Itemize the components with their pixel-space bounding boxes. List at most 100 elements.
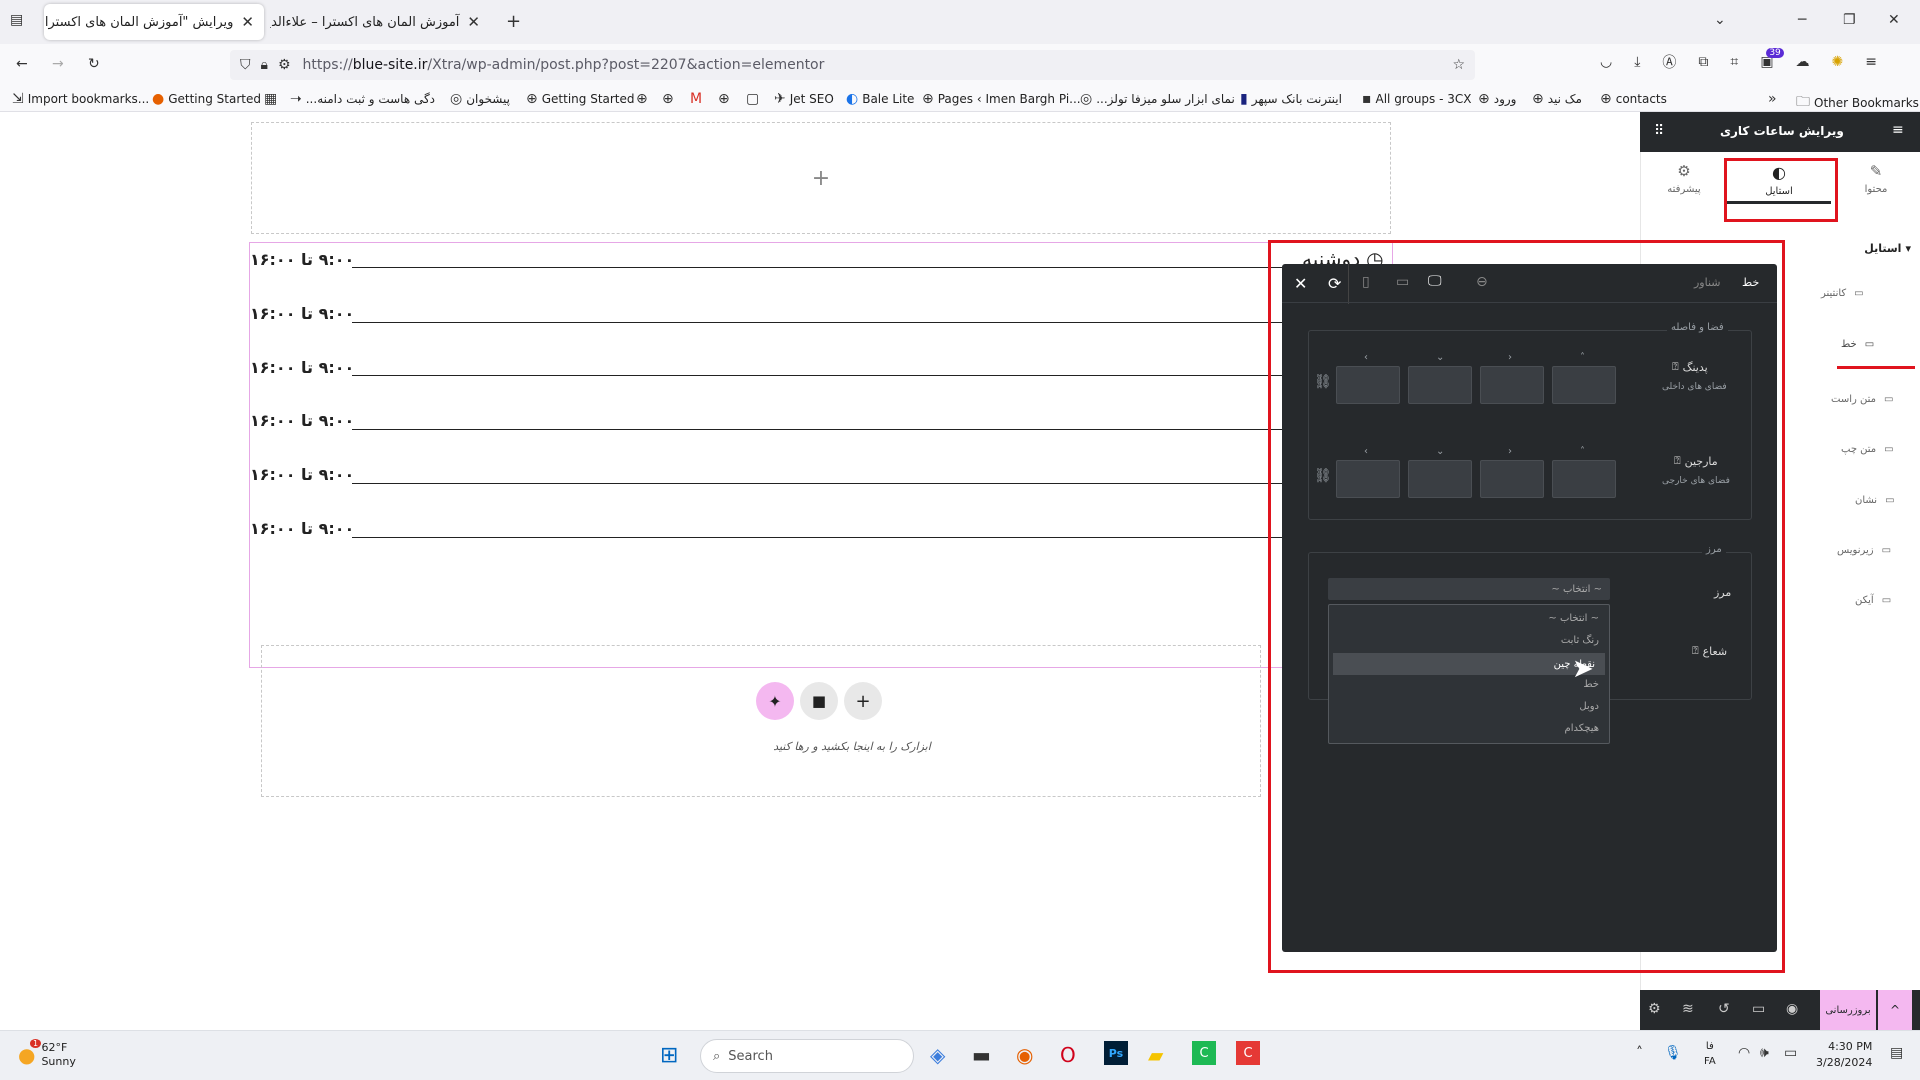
bookmark-item[interactable]: ◐ Bale Lite: [846, 91, 914, 107]
empty-drop-zone[interactable]: ✦ ■ + ابزارک را به اینجا بکشید و رها کنی…: [261, 645, 1261, 797]
business-hours-widget[interactable]: [249, 242, 1393, 668]
tab-list-icon[interactable]: ▤: [10, 12, 23, 28]
clock[interactable]: 4:30 PM 3/28/2024: [1816, 1039, 1872, 1071]
tab-inactive[interactable]: ✕ آموزش المان های اکسترا – علاءالدین: [270, 4, 490, 40]
style-item-left-text[interactable]: متن چپ ▭: [1841, 444, 1894, 455]
tray-overflow-icon[interactable]: ˄: [1636, 1045, 1643, 1061]
bookmark-item[interactable]: ⊕ ورود: [1478, 91, 1516, 107]
style-item-right-text[interactable]: متن راست ▭: [1831, 394, 1893, 405]
bookmark-item[interactable]: ⊕ contacts: [1600, 91, 1667, 107]
bookmark-item[interactable]: ⊕ مک نید: [1532, 91, 1582, 107]
recorder-icon[interactable]: C: [1236, 1041, 1260, 1065]
bookmark-item[interactable]: ⇲ Import bookmarks...: [12, 91, 149, 107]
address-bar[interactable]: ⛉ 🔒︎ ⚙︎ https://blue-site.ir/Xtra/wp-adm…: [230, 50, 1475, 80]
responsive-icon[interactable]: ▭: [1752, 1001, 1765, 1017]
shield-icon[interactable]: ⛉: [240, 57, 251, 73]
ai-sparkle-button[interactable]: ✦: [756, 682, 794, 720]
bookmark-item[interactable]: ▪ All groups - 3CX: [1362, 91, 1472, 107]
bookmark-globe[interactable]: ⊕: [662, 91, 674, 107]
microphone-icon[interactable]: 🎙︎: [1664, 1045, 1682, 1061]
navigator-layers-icon[interactable]: ≋: [1682, 1001, 1694, 1017]
template-folder-button[interactable]: ■: [800, 682, 838, 720]
close-tab-icon[interactable]: ✕: [241, 13, 254, 31]
extensions-icon[interactable]: ⧉: [1698, 54, 1708, 70]
close-window-button[interactable]: ✕: [1888, 12, 1900, 28]
lock-icon[interactable]: 🔒︎: [261, 57, 268, 73]
file-explorer-icon[interactable]: ▰: [1148, 1043, 1163, 1067]
permissions-icon[interactable]: ⚙︎: [278, 57, 291, 73]
bookmark-globe[interactable]: ⊕: [718, 91, 730, 107]
update-options-chevron[interactable]: ^: [1878, 990, 1912, 1030]
tab-content[interactable]: ✎ محتوا: [1831, 162, 1920, 195]
bookmark-item[interactable]: ▦: [264, 91, 277, 107]
volume-icon[interactable]: 🕪︎: [1760, 1045, 1769, 1061]
windows-taskbar: ● 1 62°F Sunny ⊞ ⌕ Search ◈ ▬ ◉ O Ps ▰ C …: [0, 1030, 1920, 1080]
bookmark-gmail[interactable]: M: [690, 91, 702, 107]
tab-advanced[interactable]: ⚙ پیشرفته: [1641, 162, 1727, 195]
back-icon[interactable]: ←: [16, 56, 28, 72]
bookmark-globe[interactable]: ⊕: [636, 91, 648, 107]
chevron-down-icon[interactable]: ⌄: [1714, 12, 1726, 28]
widgets-grid-icon[interactable]: ⠿: [1654, 123, 1664, 139]
bookmark-item[interactable]: ⊕ Getting Started: [526, 91, 635, 107]
preview-eye-icon[interactable]: ◉: [1786, 1001, 1798, 1017]
bookmark-star-icon[interactable]: ☆: [1452, 57, 1465, 73]
account-icon[interactable]: Ⓐ: [1662, 52, 1676, 72]
row-divider: [352, 267, 1282, 268]
wifi-icon[interactable]: ◠: [1738, 1045, 1750, 1061]
camtasia-icon[interactable]: C: [1192, 1041, 1216, 1065]
battery-icon[interactable]: ▭: [1784, 1045, 1797, 1061]
bookmarks-overflow[interactable]: »: [1768, 91, 1777, 107]
bookmark-item[interactable]: ➝ ...دگی هاست و ثبت دامنه: [290, 91, 435, 107]
taskbar-search[interactable]: ⌕ Search: [700, 1039, 914, 1073]
menu-icon[interactable]: ≡: [1865, 54, 1877, 70]
pocket-icon[interactable]: ◡: [1600, 54, 1612, 70]
reload-icon[interactable]: ↻: [88, 56, 100, 72]
style-item-icon[interactable]: آیکن ▭: [1855, 595, 1891, 606]
desktop-icon: ▭: [1883, 394, 1894, 405]
weather-widget[interactable]: ● 1 62°F Sunny: [18, 1039, 76, 1069]
photoshop-icon[interactable]: Ps: [1104, 1041, 1128, 1065]
language-indicator[interactable]: فا FA: [1704, 1039, 1716, 1069]
active-item-underline: [1837, 366, 1915, 369]
history-icon[interactable]: ↺: [1718, 1001, 1730, 1017]
bookmark-item[interactable]: ✈ Jet SEO: [774, 91, 834, 107]
style-item-badge[interactable]: نشان ▭: [1855, 495, 1895, 506]
hours-text: ۹:۰۰ تا ۱۶:۰۰: [250, 411, 355, 430]
hamburger-icon[interactable]: ≡: [1892, 122, 1904, 138]
cloud-icon[interactable]: ☁: [1796, 54, 1810, 70]
add-section-area[interactable]: +: [251, 122, 1391, 234]
bookmark-item[interactable]: ● Getting Started: [152, 91, 261, 107]
windows-start-icon[interactable]: ⊞: [660, 1043, 678, 1068]
add-section-plus[interactable]: +: [812, 166, 830, 191]
bookmark-item[interactable]: ◎ پیشخوان: [450, 91, 510, 107]
task-view-icon[interactable]: ▬: [972, 1043, 991, 1067]
forward-icon[interactable]: →: [52, 56, 64, 72]
close-tab-icon[interactable]: ✕: [467, 13, 480, 31]
settings-icon[interactable]: ⚙: [1648, 1001, 1661, 1017]
extension-badge-icon[interactable]: ▣ 39: [1760, 48, 1784, 70]
minimize-button[interactable]: ─: [1798, 12, 1806, 28]
copilot-icon[interactable]: ◈: [930, 1043, 945, 1067]
style-section-header[interactable]: استایل ▾: [1821, 242, 1911, 255]
bookmark-item[interactable]: ▮ اینترنت بانک سپهر: [1240, 91, 1342, 107]
url-prefix: https://: [302, 57, 353, 73]
style-item-subtitle[interactable]: زیرنویس ▭: [1837, 545, 1891, 556]
tab-active[interactable]: ✕ ویرایش "آموزش المان های اکسترا -: [44, 4, 264, 40]
download-icon[interactable]: ⤓: [1634, 54, 1640, 70]
sun-extension-icon[interactable]: ✺: [1832, 54, 1844, 70]
style-item-container[interactable]: کانتینر ▭: [1821, 288, 1864, 299]
style-item-line[interactable]: خط ▭: [1841, 339, 1874, 350]
bookmark-item[interactable]: ⊕ Pages ‹ Imen Bargh Pi...: [922, 91, 1081, 107]
notification-icon[interactable]: ▤: [1890, 1045, 1903, 1061]
bookmark-item[interactable]: ◎ ...نمای ابزار سلو میزفا تولز: [1080, 91, 1235, 107]
firefox-icon[interactable]: ◉: [1016, 1043, 1033, 1067]
bookmark-3cx[interactable]: ▢: [746, 91, 759, 107]
restore-button[interactable]: ❐: [1843, 12, 1856, 28]
opera-icon[interactable]: O: [1060, 1043, 1076, 1067]
globe-icon: ⊕: [636, 91, 648, 107]
new-tab-button[interactable]: +: [506, 11, 521, 32]
crop-icon[interactable]: ⌗: [1730, 54, 1738, 70]
add-widget-button[interactable]: +: [844, 682, 882, 720]
update-button[interactable]: بروزرسانی: [1820, 990, 1876, 1030]
